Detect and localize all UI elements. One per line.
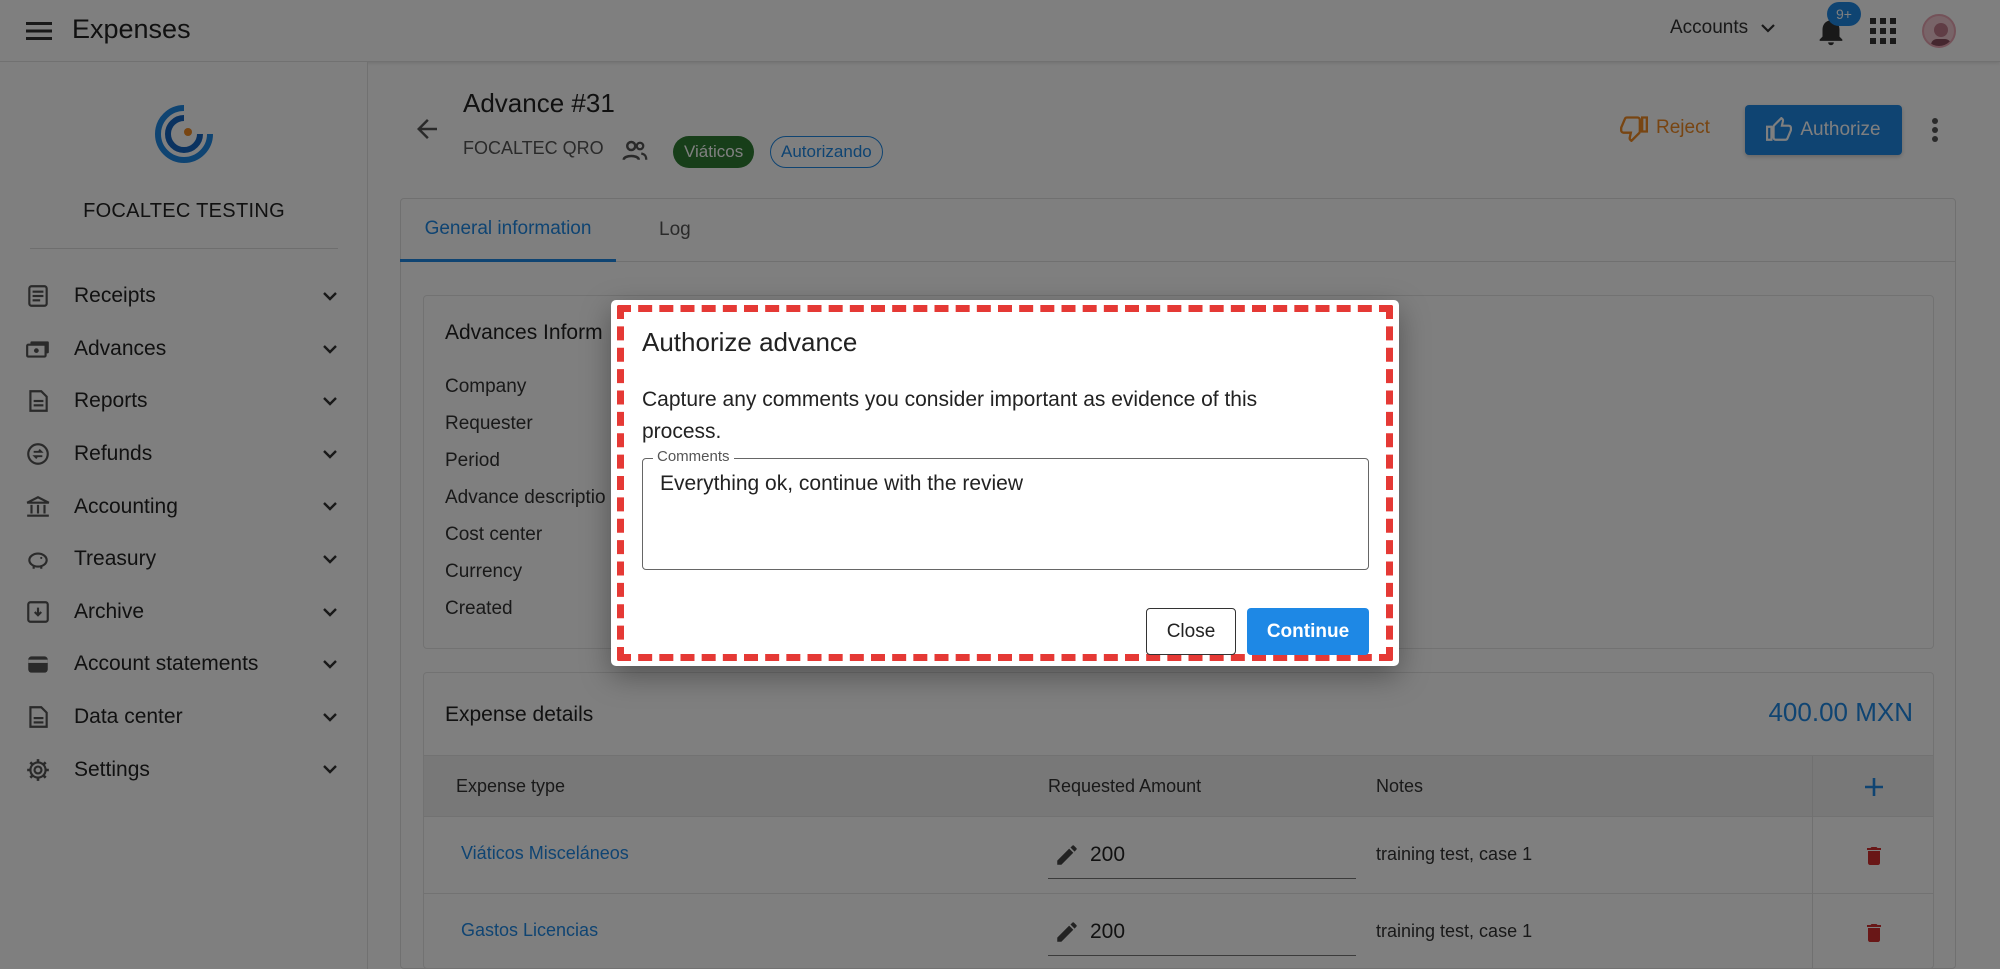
comments-label: Comments xyxy=(653,448,734,465)
comments-value[interactable]: Everything ok, continue with the review xyxy=(660,472,1023,496)
dialog-title: Authorize advance xyxy=(642,327,858,357)
dialog-description: Capture any comments you consider import… xyxy=(642,388,1258,443)
authorize-advance-dialog: Authorize advance Capture any comments y… xyxy=(611,300,1399,666)
close-button[interactable]: Close xyxy=(1146,608,1236,655)
continue-button[interactable]: Continue xyxy=(1247,608,1369,655)
